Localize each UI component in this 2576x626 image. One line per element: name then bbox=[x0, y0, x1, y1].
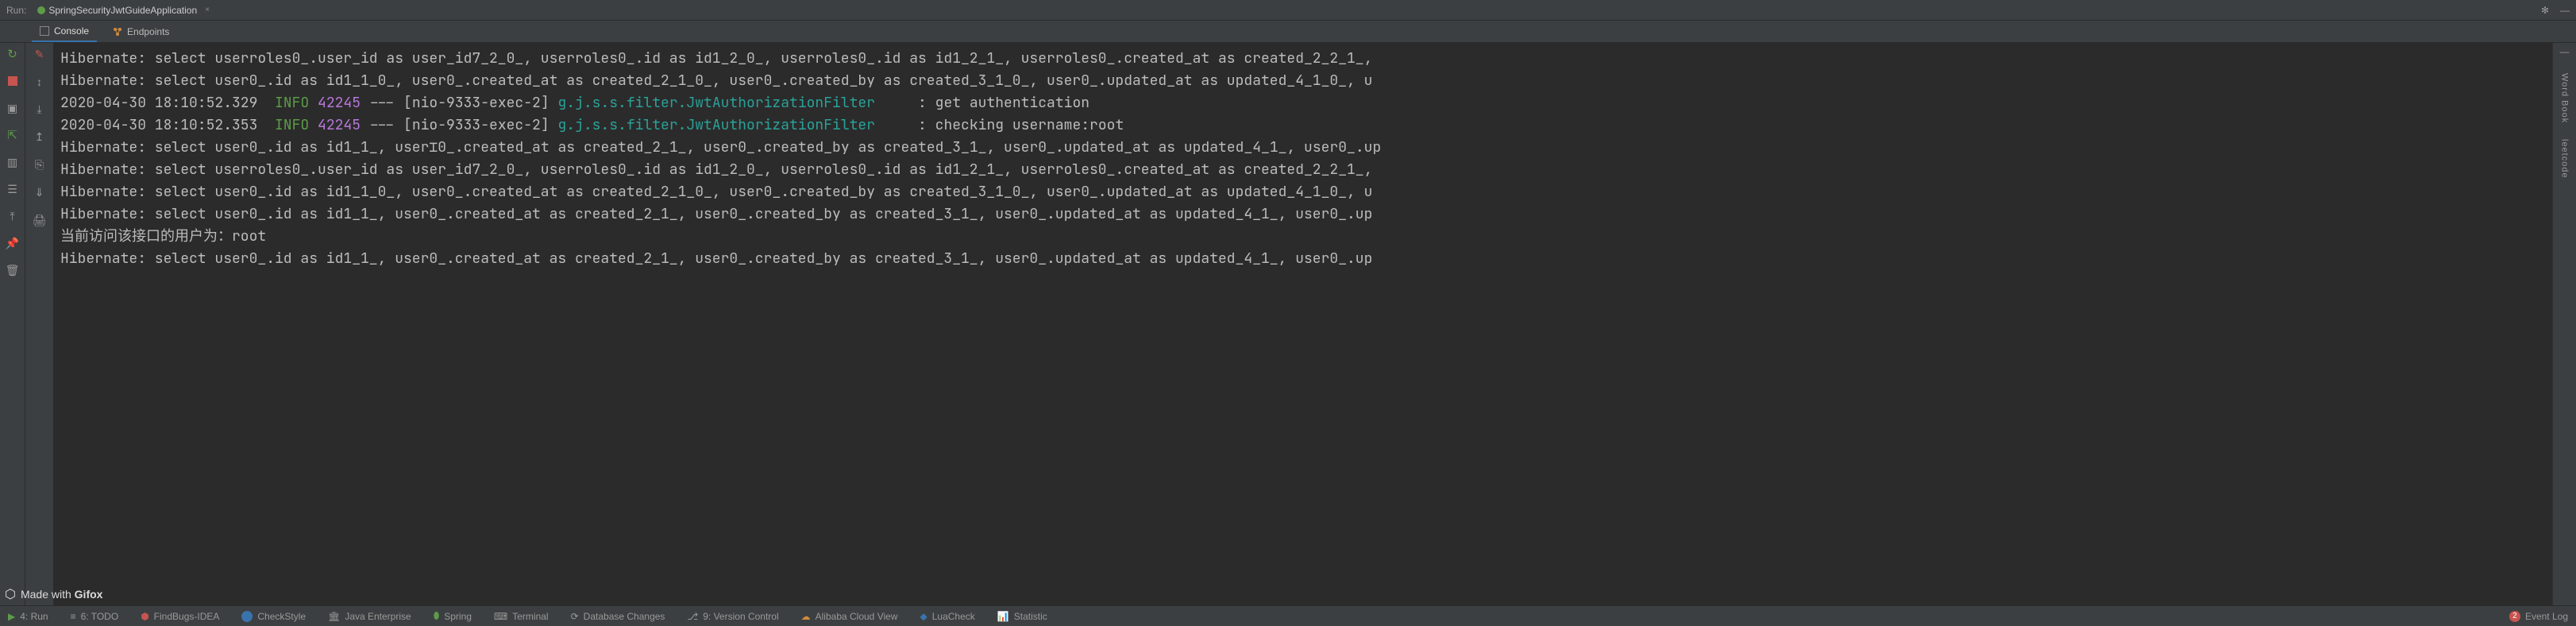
status-dbchanges[interactable]: ⟳Database Changes bbox=[571, 611, 665, 622]
log-line: Hibernate: select user0_.id as id1_1_, u… bbox=[60, 137, 2546, 159]
rerun-icon[interactable]: ↻ bbox=[6, 48, 19, 60]
console-tab[interactable]: Console bbox=[32, 21, 97, 42]
log-line: Hibernate: select user0_.id as id1_1_0_,… bbox=[60, 181, 2546, 203]
leetcode-tool[interactable]: leetcode bbox=[2560, 139, 2570, 179]
gifox-icon: ⬡ bbox=[5, 586, 16, 602]
log-line: Hibernate: select userroles0_.user_id as… bbox=[60, 159, 2546, 181]
exit-icon[interactable]: ⇱ bbox=[6, 129, 19, 141]
layout-icon[interactable]: ▥ bbox=[6, 156, 19, 168]
run-config-name: SpringSecurityJwtGuideApplication bbox=[48, 5, 197, 16]
status-statistic[interactable]: 📊Statistic bbox=[997, 611, 1047, 622]
right-tool-strip: — Word Book leetcode bbox=[2552, 43, 2576, 605]
console-action-gutter: ✎ ↕ ⤓ ↥ ⎘ ⇓ 🖨 bbox=[25, 43, 54, 605]
spring-boot-icon bbox=[37, 6, 45, 14]
status-todo-label: 6: TODO bbox=[81, 611, 119, 622]
status-findbugs[interactable]: ⬢FindBugs-IDEA bbox=[141, 611, 219, 622]
endpoints-icon bbox=[113, 27, 122, 37]
thread-dump-icon[interactable]: ▣ bbox=[6, 102, 19, 114]
status-statistic-label: Statistic bbox=[1014, 611, 1047, 622]
gifox-watermark: ⬡ Made with Gifox bbox=[5, 586, 102, 602]
log-line: 当前访问该接口的用户为：root bbox=[60, 226, 2546, 248]
log-line: 2020-04-30 18:10:52.329 INFO 42245 --- [… bbox=[60, 92, 2546, 114]
status-version-label: 9: Version Control bbox=[703, 611, 778, 622]
endpoints-tab-label: Endpoints bbox=[127, 26, 169, 37]
gifox-label: Made with Gifox bbox=[21, 588, 102, 601]
hide-icon[interactable]: — bbox=[2560, 46, 2570, 57]
status-findbugs-label: FindBugs-IDEA bbox=[154, 611, 220, 622]
status-version[interactable]: ⎇9: Version Control bbox=[687, 611, 778, 622]
log-line: 2020-04-30 18:10:52.353 INFO 42245 --- [… bbox=[60, 114, 2546, 137]
wordbook-tool[interactable]: Word Book bbox=[2560, 73, 2570, 123]
settings-gear-icon[interactable]: ✻ bbox=[2541, 5, 2549, 16]
status-spring[interactable]: ⬮Spring bbox=[434, 610, 472, 622]
soft-wrap-icon[interactable]: ↕ bbox=[37, 75, 42, 88]
pin-icon[interactable]: 📌 bbox=[6, 237, 19, 249]
console-tab-label: Console bbox=[54, 25, 89, 37]
filter-icon[interactable]: ⎘ bbox=[35, 158, 44, 172]
console-output[interactable]: Hibernate: select userroles0_.user_id as… bbox=[54, 43, 2552, 605]
log-line: Hibernate: select userroles0_.user_id as… bbox=[60, 48, 2546, 70]
status-terminal-label: Terminal bbox=[512, 611, 548, 622]
run-subtabs: Console Endpoints bbox=[0, 21, 2576, 43]
scroll-end-icon[interactable]: ⤓ bbox=[37, 102, 41, 116]
minimize-icon[interactable]: — bbox=[2560, 5, 2570, 16]
status-luacheck[interactable]: ◆LuaCheck bbox=[920, 611, 975, 622]
stack-icon[interactable]: ☰ bbox=[6, 183, 19, 195]
status-checkstyle-label: CheckStyle bbox=[257, 611, 306, 622]
download-icon[interactable]: ⇓ bbox=[35, 186, 44, 199]
status-todo[interactable]: ≡6: TODO bbox=[71, 611, 119, 622]
status-alibaba-label: Alibaba Cloud View bbox=[816, 611, 898, 622]
run-config-tab[interactable]: SpringSecurityJwtGuideApplication × bbox=[33, 0, 214, 20]
edit-icon[interactable]: ✎ bbox=[35, 48, 44, 61]
status-javaee[interactable]: 🏛Java Enterprise bbox=[328, 611, 411, 622]
delete-icon[interactable]: 🗑 bbox=[6, 264, 19, 276]
up-icon[interactable]: ↥ bbox=[35, 130, 44, 144]
status-bar: ▶4: Run ≡6: TODO ⬢FindBugs-IDEA CheckSty… bbox=[0, 605, 2576, 626]
status-run-label: 4: Run bbox=[20, 611, 48, 622]
run-toolbar: Run: SpringSecurityJwtGuideApplication ×… bbox=[0, 0, 2576, 21]
log-line: Hibernate: select user0_.id as id1_1_, u… bbox=[60, 203, 2546, 226]
status-eventlog[interactable]: 2 Event Log bbox=[2509, 611, 2568, 622]
run-action-gutter: ↻ ▣ ⇱ ▥ ☰ ⤒ 📌 🗑 bbox=[0, 43, 25, 605]
status-run[interactable]: ▶4: Run bbox=[8, 611, 48, 622]
run-label: Run: bbox=[6, 5, 26, 16]
endpoints-tab[interactable]: Endpoints bbox=[105, 21, 177, 42]
status-javaee-label: Java Enterprise bbox=[345, 611, 411, 622]
status-luacheck-label: LuaCheck bbox=[932, 611, 975, 622]
scroll-top-icon[interactable]: ⤒ bbox=[6, 210, 19, 222]
status-alibaba[interactable]: ☁Alibaba Cloud View bbox=[801, 611, 898, 622]
log-line: Hibernate: select user0_.id as id1_1_0_,… bbox=[60, 70, 2546, 92]
status-spring-label: Spring bbox=[444, 611, 472, 622]
close-tab-icon[interactable]: × bbox=[205, 6, 210, 14]
stop-icon[interactable] bbox=[6, 75, 19, 87]
status-eventlog-label: Event Log bbox=[2525, 611, 2568, 622]
eventlog-count-badge: 2 bbox=[2509, 611, 2520, 622]
status-terminal[interactable]: ⌨Terminal bbox=[494, 611, 549, 622]
status-checkstyle[interactable]: CheckStyle bbox=[241, 611, 306, 622]
print-icon[interactable]: 🖨 bbox=[33, 214, 47, 227]
checkstyle-icon bbox=[241, 611, 253, 622]
console-icon bbox=[40, 26, 49, 36]
log-line: Hibernate: select user0_.id as id1_1_, u… bbox=[60, 248, 2546, 270]
status-dbchanges-label: Database Changes bbox=[584, 611, 665, 622]
